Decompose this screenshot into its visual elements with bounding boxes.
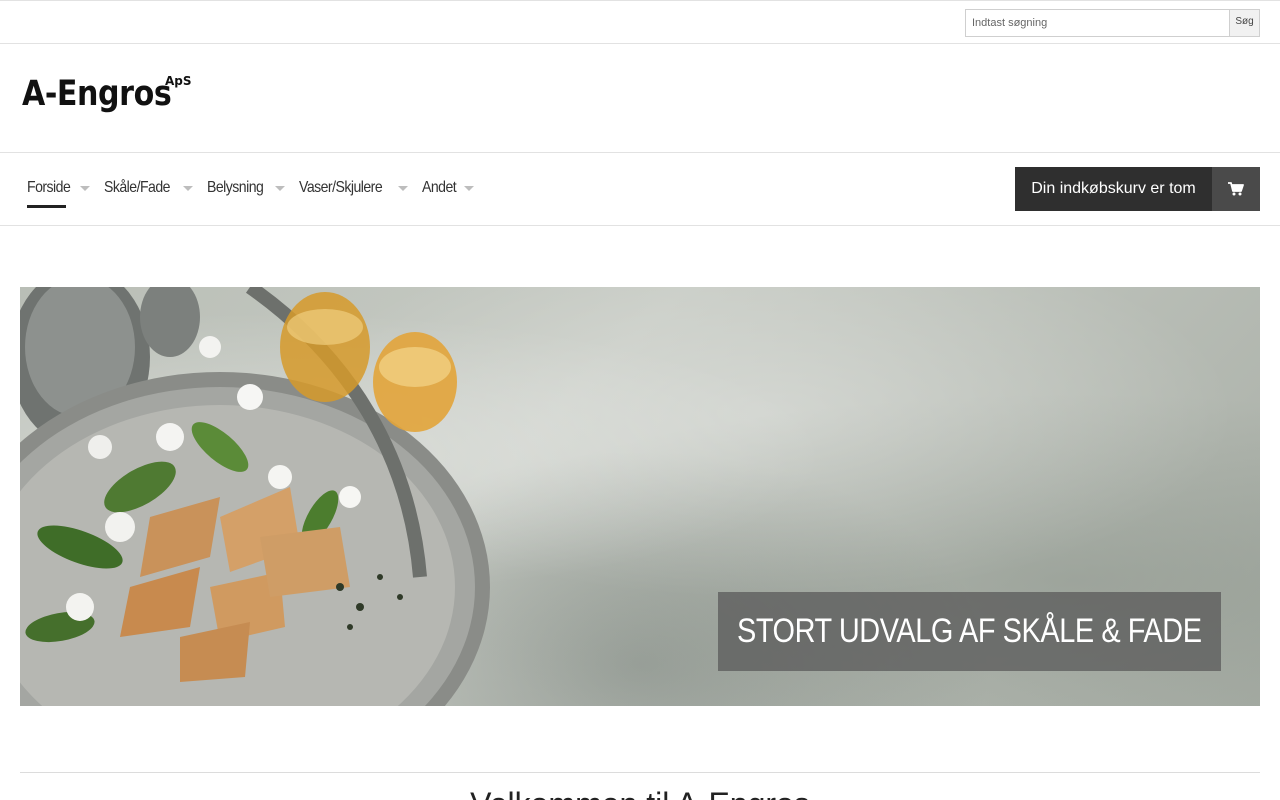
logo[interactable]: A-Engros ApS: [22, 74, 196, 124]
chevron-down-icon: [183, 185, 194, 191]
nav-item-label: Forside: [27, 179, 71, 196]
hero-banner[interactable]: STORT UDVALG AF SKÅLE & FADE: [20, 287, 1260, 706]
chevron-down-icon: [397, 185, 408, 191]
cart-button[interactable]: Din indkøbskurv er tom: [1015, 167, 1260, 211]
welcome-heading: Velkommen til A-Engros: [0, 786, 1280, 800]
top-bar: Søg: [0, 0, 1280, 44]
chevron-down-icon: [275, 185, 286, 191]
main-navigation: Forside Skåle/Fade Belysning Vaser/Skjul…: [0, 153, 1280, 226]
tea-tray-illustration: [20, 287, 490, 706]
banner-caption-box: STORT UDVALG AF SKÅLE & FADE: [718, 592, 1221, 671]
cart-icon: [1212, 167, 1260, 211]
chevron-down-icon: [464, 185, 475, 191]
cart-status-label: Din indkøbskurv er tom: [1015, 167, 1212, 211]
search-button[interactable]: Søg: [1229, 9, 1260, 37]
chevron-down-icon: [80, 185, 91, 191]
search-form: Søg: [965, 9, 1260, 37]
nav-item-forside[interactable]: Forside: [27, 177, 91, 208]
nav-item-skale-fade[interactable]: Skåle/Fade: [104, 177, 194, 199]
search-input[interactable]: [965, 9, 1229, 37]
nav-item-label: Vaser/Skjulere: [299, 179, 383, 196]
nav-item-label: Belysning: [207, 179, 264, 196]
section-divider: [20, 772, 1260, 773]
logo-text: A-Engros: [22, 74, 172, 114]
site-header: A-Engros ApS: [0, 44, 1280, 153]
nav-item-label: Skåle/Fade: [104, 179, 171, 196]
nav-item-andet[interactable]: Andet: [422, 177, 475, 199]
banner-caption: STORT UDVALG AF SKÅLE & FADE: [737, 612, 1202, 650]
nav-item-belysning[interactable]: Belysning: [207, 177, 286, 199]
nav-menu: Forside Skåle/Fade Belysning Vaser/Skjul…: [27, 177, 488, 208]
nav-item-vaser-skjulere[interactable]: Vaser/Skjulere: [299, 177, 408, 199]
nav-item-label: Andet: [421, 179, 457, 196]
logo-suffix: ApS: [165, 74, 192, 88]
